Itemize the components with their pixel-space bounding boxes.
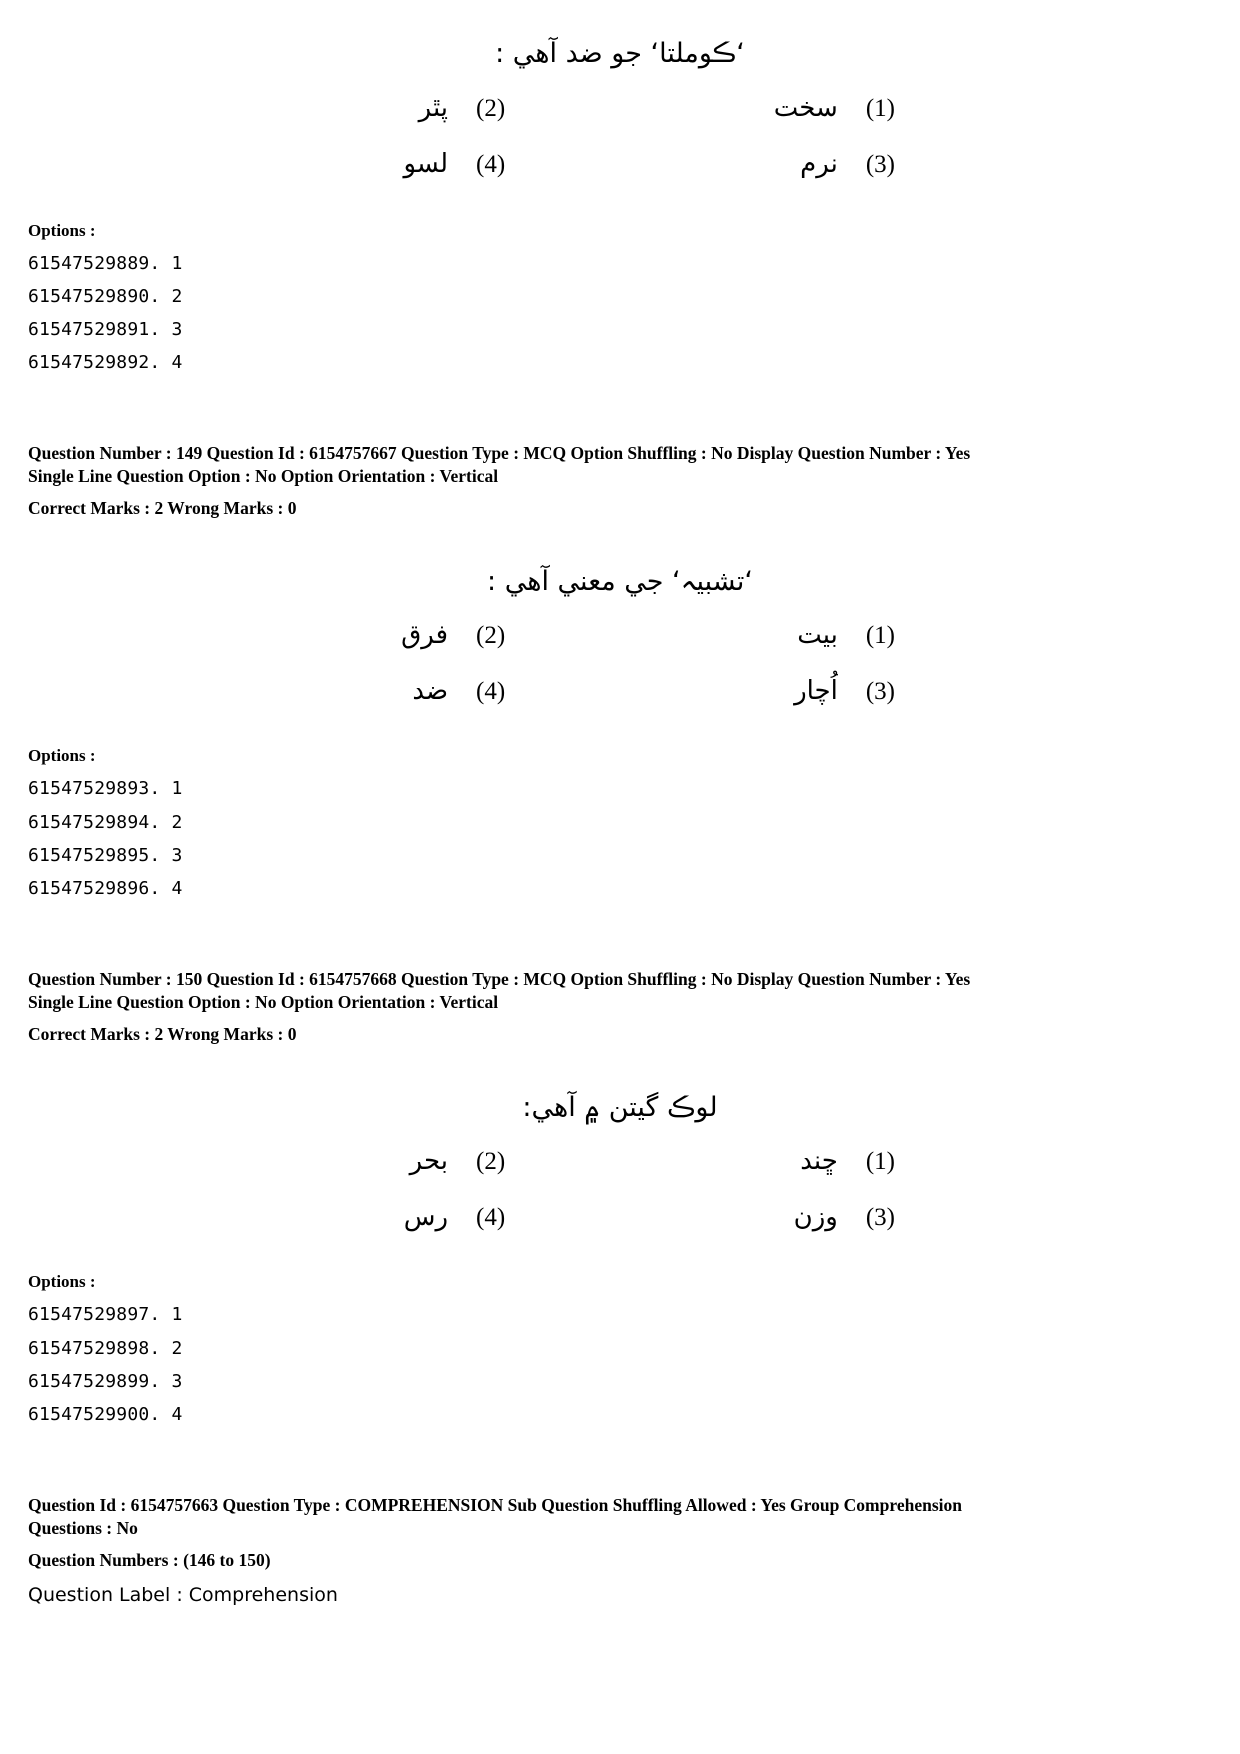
option-id-item: 61547529898. 2 bbox=[28, 1337, 183, 1359]
option-item-3[interactable]: (3) وزن bbox=[595, 1202, 1240, 1232]
option-text: ضد bbox=[412, 676, 449, 707]
option-id-item: 61547529899. 3 bbox=[28, 1371, 183, 1393]
meta-line-secondary: Single Line Question Option : No Option … bbox=[28, 465, 499, 486]
option-id-item: 61547529900. 4 bbox=[28, 1404, 183, 1426]
meta-line-marks: Correct Marks : 2 Wrong Marks : 0 bbox=[28, 497, 297, 518]
option-row: (3) اُچار (4) ضد bbox=[0, 676, 1240, 706]
answer-options-1: (1) سخت (2) پٿر (3) نرم (4) لسو bbox=[0, 93, 1240, 179]
option-text: نرم bbox=[800, 148, 838, 179]
option-number: (4) bbox=[476, 1204, 506, 1232]
option-number: (3) bbox=[865, 150, 895, 178]
option-text: لسو bbox=[403, 148, 449, 179]
option-item-4[interactable]: (4) لسو bbox=[0, 149, 595, 179]
option-id-item: 61547529895. 3 bbox=[28, 845, 183, 867]
option-number: (2) bbox=[476, 622, 506, 650]
question-meta-149: Question Number : 149 Question Id : 6154… bbox=[28, 442, 1240, 520]
option-text: وزن bbox=[793, 1202, 838, 1233]
option-number: (4) bbox=[476, 150, 506, 178]
comprehension-question-numbers: Question Numbers : (146 to 150) bbox=[28, 1549, 271, 1570]
option-number: (2) bbox=[476, 1148, 506, 1176]
option-id-item: 61547529894. 2 bbox=[28, 811, 183, 833]
option-row: (3) وزن (4) رس bbox=[0, 1202, 1240, 1232]
meta-line-primary: Question Number : 150 Question Id : 6154… bbox=[28, 968, 971, 989]
question-stem-2: ‘تشبيہ‘ جي معني آهي : bbox=[487, 565, 753, 597]
answer-options-2: (1) بيت (2) فرق (3) اُچار (4) ضد bbox=[0, 620, 1240, 706]
comprehension-line-primary: Question Id : 6154757663 Question Type :… bbox=[28, 1494, 962, 1515]
option-item-2[interactable]: (2) فرق bbox=[0, 620, 595, 650]
option-text: سخت bbox=[773, 92, 838, 123]
option-text: رس bbox=[403, 1202, 449, 1233]
option-row: (1) بيت (2) فرق bbox=[0, 620, 1240, 650]
options-label-2: Options : bbox=[28, 746, 96, 766]
option-id-item: 61547529891. 3 bbox=[28, 319, 183, 341]
option-item-1[interactable]: (1) بيت bbox=[595, 620, 1240, 650]
option-id-item: 61547529889. 1 bbox=[28, 252, 183, 274]
option-item-3[interactable]: (3) نرم bbox=[595, 149, 1240, 179]
option-text: بيت bbox=[797, 620, 838, 651]
question-label-comprehension: Question Label : Comprehension bbox=[28, 1583, 338, 1606]
option-text: بحر bbox=[409, 1146, 449, 1177]
meta-line-primary: Question Number : 149 Question Id : 6154… bbox=[28, 442, 971, 463]
options-label-3: Options : bbox=[28, 1272, 96, 1292]
option-number: (3) bbox=[865, 1204, 895, 1232]
question-block-1: ‘ڪوملتا‘ جو ضد آهي : (1) سخت (2) پٿر (3)… bbox=[0, 34, 1240, 380]
option-id-item: 61547529897. 1 bbox=[28, 1304, 183, 1326]
option-number: (1) bbox=[865, 622, 895, 650]
option-item-1[interactable]: (1) ڇند bbox=[595, 1146, 1240, 1176]
meta-line-secondary: Single Line Question Option : No Option … bbox=[28, 991, 499, 1012]
question-block-2: ‘تشبيہ‘ جي معني آهي : (1) بيت (2) فرق (3… bbox=[0, 562, 1240, 906]
meta-line-marks: Correct Marks : 2 Wrong Marks : 0 bbox=[28, 1023, 297, 1044]
options-label-1: Options : bbox=[28, 220, 96, 240]
option-id-item: 61547529896. 4 bbox=[28, 878, 183, 900]
question-block-3: لوڪ گيتن ۾ آهي: (1) ڇند (2) بحر (3) وزن bbox=[0, 1088, 1240, 1432]
answer-options-3: (1) ڇند (2) بحر (3) وزن (4) رس bbox=[0, 1146, 1240, 1232]
option-item-4[interactable]: (4) رس bbox=[0, 1202, 595, 1232]
question-meta-150: Question Number : 150 Question Id : 6154… bbox=[28, 968, 1240, 1046]
option-item-4[interactable]: (4) ضد bbox=[0, 676, 595, 706]
option-item-3[interactable]: (3) اُچار bbox=[595, 676, 1240, 706]
option-number: (1) bbox=[865, 94, 895, 122]
option-item-2[interactable]: (2) بحر bbox=[0, 1146, 595, 1176]
option-text: پٿر bbox=[418, 92, 449, 123]
comprehension-meta: Question Id : 6154757663 Question Type :… bbox=[28, 1494, 1240, 1572]
option-number: (1) bbox=[865, 1148, 895, 1176]
option-id-list-1: 61547529889. 1 61547529890. 2 6154752989… bbox=[28, 247, 1240, 380]
option-row: (3) نرم (4) لسو bbox=[0, 149, 1240, 179]
option-text: فرق bbox=[401, 620, 449, 651]
option-id-item: 61547529892. 4 bbox=[28, 352, 183, 374]
option-text: اُچار bbox=[794, 676, 838, 707]
option-number: (2) bbox=[476, 94, 506, 122]
option-item-2[interactable]: (2) پٿر bbox=[0, 93, 595, 123]
option-number: (4) bbox=[476, 678, 506, 706]
option-id-list-2: 61547529893. 1 61547529894. 2 6154752989… bbox=[28, 772, 1240, 905]
option-text: ڇند bbox=[800, 1146, 838, 1177]
option-number: (3) bbox=[865, 678, 895, 706]
option-item-1[interactable]: (1) سخت bbox=[595, 93, 1240, 123]
option-id-item: 61547529893. 1 bbox=[28, 778, 183, 800]
comprehension-line-secondary: Questions : No bbox=[28, 1517, 138, 1538]
question-stem-1: ‘ڪوملتا‘ جو ضد آهي : bbox=[495, 38, 745, 69]
option-row: (1) ڇند (2) بحر bbox=[0, 1146, 1240, 1176]
option-id-item: 61547529890. 2 bbox=[28, 285, 183, 307]
option-row: (1) سخت (2) پٿر bbox=[0, 93, 1240, 123]
question-stem-3: لوڪ گيتن ۾ آهي: bbox=[522, 1091, 718, 1123]
option-id-list-3: 61547529897. 1 61547529898. 2 6154752989… bbox=[28, 1298, 1240, 1431]
exam-question-page: ‘ڪوملتا‘ جو ضد آهي : (1) سخت (2) پٿر (3)… bbox=[0, 0, 1240, 1754]
